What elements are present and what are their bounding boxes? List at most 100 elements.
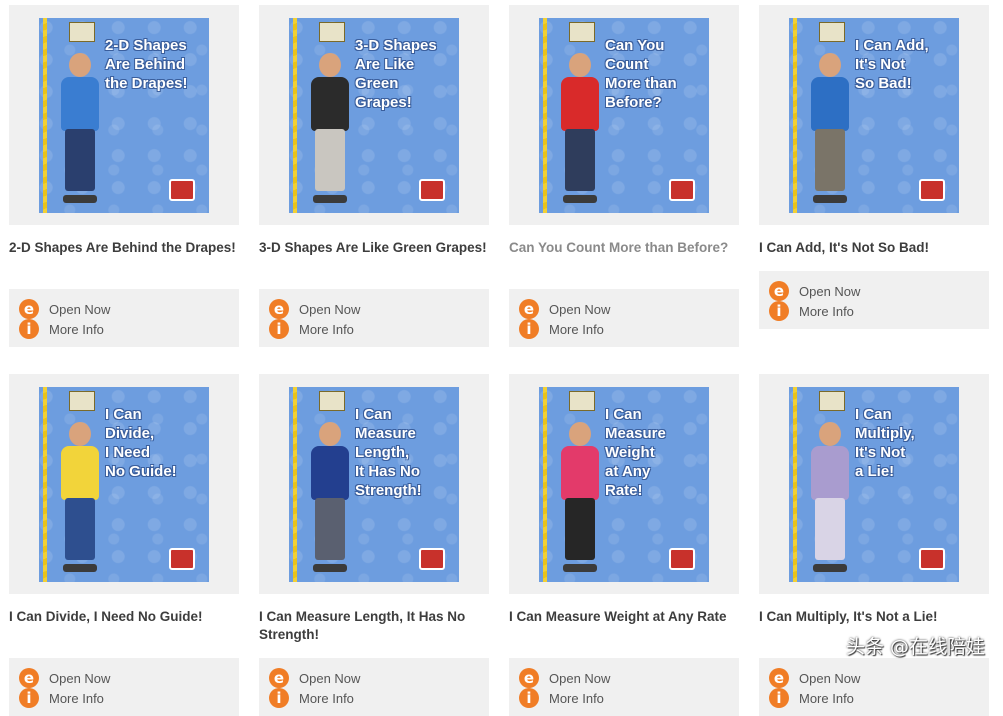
more-info-link[interactable]: i More Info — [269, 688, 354, 708]
cover-frame[interactable]: I Can Measure Length, It Has No Strength… — [259, 374, 489, 594]
book-cover[interactable]: 3-D Shapes Are Like Green Grapes! — [289, 17, 459, 213]
book-card[interactable]: I Can Add, It's Not So Bad! I Can Add, I… — [759, 5, 989, 329]
book-card[interactable]: I Can Measure Weight at Any Rate! I Can … — [509, 374, 739, 716]
cover-frame[interactable]: 3-D Shapes Are Like Green Grapes! — [259, 5, 489, 225]
book-actions: e Open Now i More Info — [259, 658, 489, 716]
child-shoes — [63, 194, 97, 203]
cover-frame[interactable]: Can You Count More than Before? — [509, 5, 739, 225]
book-actions: e Open Now i More Info — [509, 289, 739, 347]
book-cover[interactable]: I Can Divide, I Need No Guide! — [39, 386, 209, 582]
more-info-link[interactable]: i More Info — [519, 319, 604, 339]
child-figure — [557, 52, 603, 203]
more-info-link[interactable]: i More Info — [519, 688, 604, 708]
child-head — [569, 52, 591, 77]
book-cover[interactable]: I Can Add, It's Not So Bad! — [789, 17, 959, 213]
more-info-link[interactable]: i More Info — [19, 688, 104, 708]
child-pants — [815, 128, 845, 191]
publisher-badge — [919, 547, 945, 570]
child-pants — [565, 128, 595, 191]
info-icon: i — [769, 688, 789, 708]
cover-title: Can You Count More than Before? — [605, 36, 677, 111]
more-info-label: More Info — [549, 690, 604, 706]
book-actions: e Open Now i More Info — [9, 289, 239, 347]
child-pants — [65, 128, 95, 191]
child-pants — [565, 497, 595, 560]
open-now-link[interactable]: e Open Now — [269, 299, 360, 319]
book-title[interactable]: I Can Measure Length, It Has No Strength… — [259, 608, 489, 644]
book-title[interactable]: 3-D Shapes Are Like Green Grapes! — [259, 239, 489, 275]
series-logo — [69, 21, 95, 42]
child-pants — [315, 497, 345, 560]
book-cover[interactable]: I Can Measure Length, It Has No Strength… — [289, 386, 459, 582]
book-card[interactable]: I Can Multiply, It's Not a Lie! I Can Mu… — [759, 374, 989, 716]
open-now-link[interactable]: e Open Now — [519, 299, 610, 319]
cover-frame[interactable]: I Can Divide, I Need No Guide! — [9, 374, 239, 594]
book-title[interactable]: I Can Add, It's Not So Bad! — [759, 239, 989, 275]
open-now-link[interactable]: e Open Now — [519, 668, 610, 688]
more-info-label: More Info — [49, 690, 104, 706]
book-card[interactable]: I Can Divide, I Need No Guide! I Can Div… — [9, 374, 239, 716]
publisher-badge — [419, 547, 445, 570]
open-now-label: Open Now — [49, 301, 111, 317]
cover-frame[interactable]: I Can Measure Weight at Any Rate! — [509, 374, 739, 594]
child-shoes — [813, 563, 847, 572]
cover-frame[interactable]: I Can Multiply, It's Not a Lie! — [759, 374, 989, 594]
info-icon: i — [519, 688, 539, 708]
more-info-label: More Info — [799, 303, 854, 319]
cover-title: I Can Multiply, It's Not a Lie! — [855, 405, 915, 480]
book-title[interactable]: I Can Measure Weight at Any Rate — [509, 608, 739, 644]
open-now-label: Open Now — [799, 670, 861, 686]
ebook-e-icon: e — [269, 668, 289, 688]
open-now-link[interactable]: e Open Now — [19, 299, 110, 319]
book-card[interactable]: 2-D Shapes Are Behind the Drapes! 2-D Sh… — [9, 5, 239, 347]
series-logo — [319, 21, 345, 42]
cover-frame[interactable]: 2-D Shapes Are Behind the Drapes! — [9, 5, 239, 225]
open-now-label: Open Now — [799, 283, 861, 299]
child-head — [69, 52, 91, 77]
cover-title: 2-D Shapes Are Behind the Drapes! — [105, 36, 188, 92]
series-logo — [319, 390, 345, 411]
child-figure — [557, 421, 603, 572]
more-info-link[interactable]: i More Info — [269, 319, 354, 339]
more-info-link[interactable]: i More Info — [769, 688, 854, 708]
publisher-badge — [669, 547, 695, 570]
book-title[interactable]: I Can Divide, I Need No Guide! — [9, 608, 239, 644]
ebook-e-icon: e — [19, 299, 39, 319]
series-logo — [569, 390, 595, 411]
child-shirt — [311, 76, 349, 131]
child-figure — [307, 52, 353, 203]
open-now-link[interactable]: e Open Now — [769, 668, 860, 688]
more-info-label: More Info — [49, 321, 104, 337]
book-cover[interactable]: Can You Count More than Before? — [539, 17, 709, 213]
child-shirt — [61, 445, 99, 500]
publisher-badge — [669, 178, 695, 201]
book-card[interactable]: I Can Measure Length, It Has No Strength… — [259, 374, 489, 716]
open-now-link[interactable]: e Open Now — [769, 281, 860, 301]
open-now-link[interactable]: e Open Now — [19, 668, 110, 688]
child-figure — [807, 421, 853, 572]
cover-title: I Can Measure Length, It Has No Strength… — [355, 405, 422, 499]
cover-title: 3-D Shapes Are Like Green Grapes! — [355, 36, 437, 111]
more-info-link[interactable]: i More Info — [19, 319, 104, 339]
child-figure — [57, 421, 103, 572]
ebook-e-icon: e — [269, 299, 289, 319]
book-cover[interactable]: I Can Multiply, It's Not a Lie! — [789, 386, 959, 582]
open-now-link[interactable]: e Open Now — [269, 668, 360, 688]
publisher-badge — [169, 178, 195, 201]
child-shoes — [313, 563, 347, 572]
book-card[interactable]: Can You Count More than Before? Can You … — [509, 5, 739, 347]
watermark: 头条 @在线陪娃 — [845, 636, 985, 658]
book-title[interactable]: 2-D Shapes Are Behind the Drapes! — [9, 239, 239, 275]
open-now-label: Open Now — [549, 670, 611, 686]
more-info-link[interactable]: i More Info — [769, 301, 854, 321]
child-pants — [815, 497, 845, 560]
child-shoes — [563, 194, 597, 203]
book-cover[interactable]: I Can Measure Weight at Any Rate! — [539, 386, 709, 582]
book-card[interactable]: 3-D Shapes Are Like Green Grapes! 3-D Sh… — [259, 5, 489, 347]
cover-frame[interactable]: I Can Add, It's Not So Bad! — [759, 5, 989, 225]
series-logo — [69, 390, 95, 411]
book-title[interactable]: Can You Count More than Before? — [509, 239, 739, 275]
book-cover[interactable]: 2-D Shapes Are Behind the Drapes! — [39, 17, 209, 213]
child-figure — [807, 52, 853, 203]
child-shirt — [811, 445, 849, 500]
